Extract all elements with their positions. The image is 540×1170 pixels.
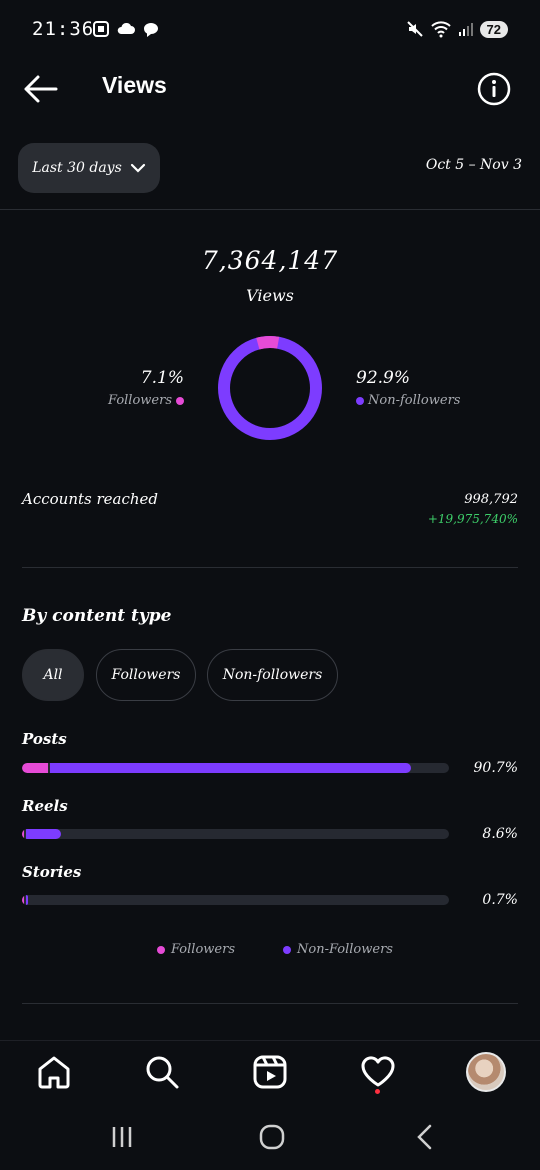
reels-icon	[253, 1055, 287, 1089]
chip-all[interactable]: All	[22, 649, 84, 701]
bar-track-stories	[22, 895, 449, 905]
accounts-reached-value: 998,792	[464, 492, 518, 507]
avatar[interactable]	[466, 1052, 506, 1092]
back-button[interactable]	[20, 72, 60, 106]
date-range-text: Oct 5 – Nov 3	[425, 157, 522, 173]
chip-followers[interactable]: Followers	[96, 649, 196, 701]
home-system-button[interactable]	[257, 1122, 287, 1152]
chevron-down-icon	[130, 163, 145, 173]
nav-search[interactable]	[142, 1052, 182, 1092]
divider	[22, 1003, 518, 1004]
total-views-value: 7,364,147	[201, 246, 339, 275]
signal-icon	[458, 23, 473, 36]
views-donut-chart	[218, 336, 322, 440]
bar-label-posts: Posts	[22, 730, 67, 748]
home-circle-icon	[259, 1124, 285, 1150]
followers-dot	[176, 396, 184, 405]
followers-dot	[157, 945, 165, 954]
bar-segment-followers	[22, 895, 24, 905]
donut-followers-arc	[218, 336, 322, 440]
bar-label-stories: Stories	[22, 863, 82, 881]
info-button[interactable]	[476, 71, 512, 107]
bar-segment-nonfollowers	[26, 829, 61, 839]
chevron-left-icon	[417, 1124, 432, 1150]
bar-pct-posts: 90.7%	[473, 760, 518, 776]
followers-legend: Followers	[108, 393, 184, 408]
status-time: 21:36	[32, 18, 95, 40]
notification-dot	[375, 1089, 380, 1094]
date-range-dropdown[interactable]: Last 30 days	[18, 143, 160, 193]
bar-segment-followers	[22, 763, 48, 773]
screenshot-icon	[93, 21, 109, 37]
accounts-reached-label: Accounts reached	[22, 490, 159, 508]
bar-segment-nonfollowers	[26, 895, 29, 905]
nonfollowers-legend: Non-followers	[356, 393, 460, 408]
followers-legend-label: Followers	[108, 393, 172, 408]
bar-pct-reels: 8.6%	[482, 826, 518, 842]
nav-home[interactable]	[34, 1052, 74, 1092]
back-system-button[interactable]	[410, 1122, 440, 1152]
bar-segment-nonfollowers	[49, 763, 412, 773]
bar-segment-followers	[22, 829, 24, 839]
nonfollowers-legend-label: Non-followers	[368, 393, 461, 408]
chip-nonfollowers[interactable]: Non-followers	[207, 649, 338, 701]
divider	[22, 567, 518, 568]
legend-nonfollowers-label: Non-Followers	[297, 942, 393, 957]
info-icon	[477, 72, 511, 106]
bar-pct-stories: 0.7%	[482, 892, 518, 908]
heart-icon	[361, 1056, 395, 1087]
search-icon	[146, 1056, 179, 1089]
nonfollowers-dot	[356, 396, 364, 405]
mute-icon	[406, 21, 423, 37]
wifi-icon	[430, 21, 451, 38]
legend-followers: Followers	[157, 942, 235, 957]
bar-label-reels: Reels	[22, 797, 68, 815]
donut-nonfollowers-arc	[218, 336, 322, 440]
page-title: Views	[102, 72, 167, 98]
nav-activity[interactable]	[358, 1052, 398, 1092]
nonfollowers-percentage: 92.9%	[356, 368, 411, 388]
total-views-label: Views	[246, 286, 294, 305]
chat-icon	[144, 23, 158, 37]
followers-percentage: 7.1%	[140, 368, 184, 388]
battery-indicator: 72	[479, 20, 508, 38]
nonfollowers-dot	[283, 945, 291, 954]
arrow-left-icon	[24, 75, 58, 103]
status-icons-right: 72	[406, 20, 508, 38]
nav-reels[interactable]	[250, 1052, 290, 1092]
bar-track-posts	[22, 763, 449, 773]
status-icons-left	[92, 20, 160, 38]
cloud-icon	[117, 22, 135, 34]
recent-apps-button[interactable]	[108, 1122, 138, 1152]
date-range-dropdown-label: Last 30 days	[32, 160, 122, 176]
section-title: By content type	[22, 606, 172, 626]
home-icon	[38, 1056, 70, 1089]
bar-track-reels	[22, 829, 449, 839]
legend-nonfollowers: Non-Followers	[283, 942, 393, 957]
recent-apps-icon	[112, 1127, 132, 1147]
accounts-reached-change: +19,975,740%	[427, 512, 518, 526]
legend-followers-label: Followers	[171, 942, 235, 957]
divider	[0, 209, 540, 210]
